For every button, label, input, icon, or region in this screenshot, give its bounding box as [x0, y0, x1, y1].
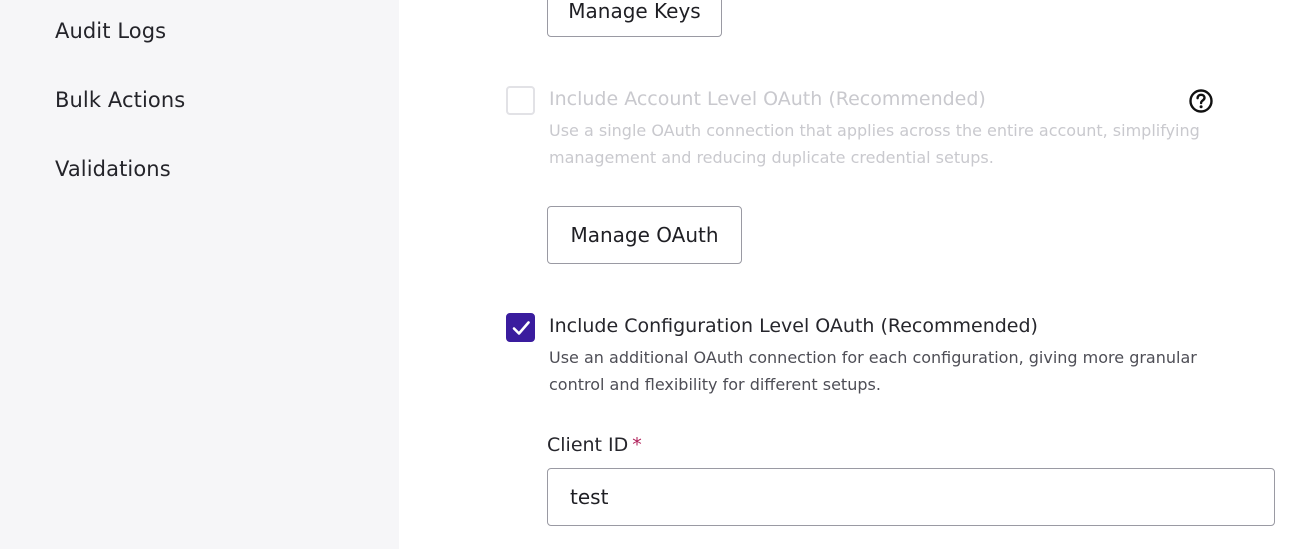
account-oauth-checkbox[interactable] [506, 86, 535, 115]
app: Audit Logs Bulk Actions Validations Mana… [0, 0, 1302, 549]
client-id-label: Client ID * [547, 434, 642, 456]
account-oauth-description: Use a single OAuth connection that appli… [549, 121, 1200, 167]
client-id-input[interactable] [547, 468, 1275, 526]
sidebar: Audit Logs Bulk Actions Validations [0, 0, 399, 549]
config-oauth-checkbox[interactable] [506, 313, 535, 342]
check-icon [512, 320, 530, 335]
manage-oauth-button[interactable]: Manage OAuth [547, 206, 742, 264]
help-circle-icon[interactable] [1188, 88, 1214, 114]
config-oauth-title: Include Configuration Level OAuth (Recom… [549, 315, 1038, 337]
manage-keys-button[interactable]: Manage Keys [547, 0, 722, 37]
sidebar-item-validations[interactable]: Validations [55, 157, 171, 181]
required-asterisk: * [632, 434, 642, 456]
account-oauth-title: Include Account Level OAuth (Recommended… [549, 88, 986, 110]
sidebar-item-audit-logs[interactable]: Audit Logs [55, 19, 166, 43]
config-oauth-description: Use an additional OAuth connection for e… [549, 348, 1197, 394]
client-id-label-text: Client ID [547, 434, 629, 456]
main-content [399, 0, 1302, 549]
sidebar-item-bulk-actions[interactable]: Bulk Actions [55, 88, 185, 112]
